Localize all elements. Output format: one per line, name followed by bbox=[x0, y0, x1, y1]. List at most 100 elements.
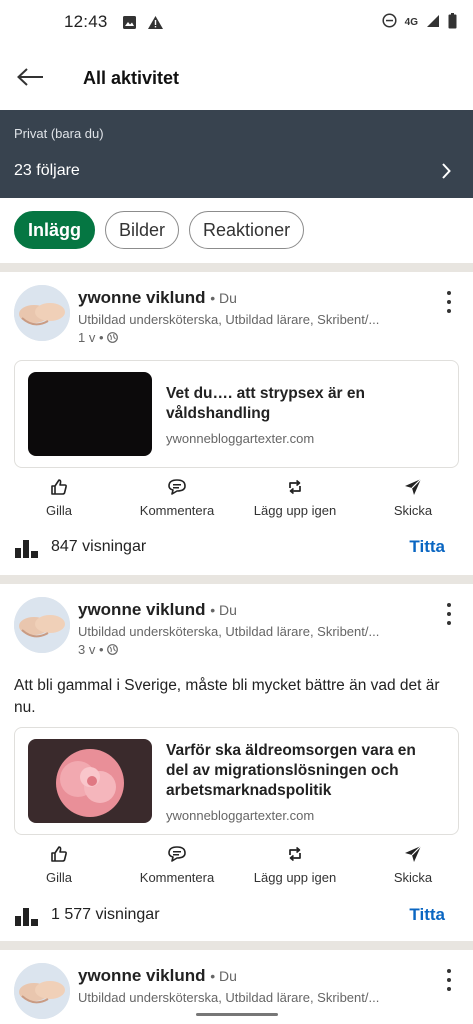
arrow-left-icon bbox=[17, 68, 43, 86]
view-count: 847 visningar bbox=[51, 538, 147, 555]
post-stats: 847 visningar Titta bbox=[0, 536, 473, 560]
repost-label: Lägg upp igen bbox=[253, 870, 337, 885]
post-stats: 1 577 visningar Titta bbox=[0, 904, 473, 928]
like-button[interactable]: Gilla bbox=[0, 477, 124, 518]
send-button[interactable]: Skicka bbox=[348, 477, 473, 518]
link-preview[interactable]: Varför ska äldreomsorgen vara en del av … bbox=[14, 727, 459, 835]
link-domain: ywonnebloggartexter.com bbox=[166, 431, 315, 446]
view-button[interactable]: Titta bbox=[409, 537, 445, 557]
filter-reactions[interactable]: Reaktioner bbox=[189, 211, 305, 249]
view-count: 1 577 visningar bbox=[51, 906, 160, 923]
analytics-icon bbox=[15, 540, 38, 558]
followers-banner[interactable]: Privat (bara du) 23 följare bbox=[0, 110, 473, 198]
author-name-text: ywonne viklund bbox=[78, 288, 206, 307]
thumbs-up-icon bbox=[50, 844, 68, 864]
post-body-text: Att bli gammal i Sverige, måste bli myck… bbox=[14, 677, 440, 716]
link-thumbnail bbox=[28, 372, 152, 456]
link-title: Vet du…. att strypsex är en våldshandlin… bbox=[166, 385, 365, 422]
post-card: ywonne viklund • Du Utbildad undersköter… bbox=[0, 272, 473, 575]
post-age-text: 3 v • bbox=[78, 642, 104, 657]
back-button[interactable] bbox=[16, 64, 48, 90]
dot-icon bbox=[447, 300, 451, 304]
warning-notification-icon bbox=[147, 15, 164, 30]
analytics-icon bbox=[15, 908, 38, 926]
author-headline: Utbildad undersköterska, Utbildad lärare… bbox=[78, 624, 380, 639]
author-headline: Utbildad undersköterska, Utbildad lärare… bbox=[78, 990, 380, 1005]
send-label: Skicka bbox=[393, 503, 433, 518]
signal-icon bbox=[426, 14, 440, 31]
repost-button[interactable]: Lägg upp igen bbox=[230, 477, 360, 518]
battery-icon bbox=[448, 12, 457, 32]
status-bar: 12:43 4G bbox=[0, 0, 473, 44]
filter-images[interactable]: Bilder bbox=[105, 211, 180, 249]
post-actions: Gilla Kommentera Lägg upp igen Skicka bbox=[0, 844, 473, 888]
send-label: Skicka bbox=[393, 870, 433, 885]
repost-icon bbox=[286, 844, 304, 864]
author-badge: • Du bbox=[210, 602, 237, 618]
more-options-button[interactable] bbox=[443, 291, 455, 313]
author-badge: • Du bbox=[210, 290, 237, 306]
dot-icon bbox=[447, 621, 451, 625]
more-options-button[interactable] bbox=[443, 969, 455, 991]
clock: 12:43 bbox=[64, 12, 108, 31]
followers-count: 23 följare bbox=[14, 162, 80, 179]
dot-icon bbox=[447, 987, 451, 991]
author-name-text: ywonne viklund bbox=[78, 600, 206, 619]
chevron-right-icon bbox=[441, 162, 451, 185]
repost-label: Lägg upp igen bbox=[253, 503, 337, 518]
view-button[interactable]: Titta bbox=[409, 905, 445, 925]
link-title: Varför ska äldreomsorgen vara en del av … bbox=[166, 742, 416, 799]
post-card: ywonne viklund • Du Utbildad undersköter… bbox=[0, 584, 473, 941]
author-name[interactable]: ywonne viklund • Du bbox=[78, 966, 237, 986]
link-preview[interactable]: Vet du…. att strypsex är en våldshandlin… bbox=[14, 360, 459, 468]
like-button[interactable]: Gilla bbox=[0, 844, 124, 885]
author-name-text: ywonne viklund bbox=[78, 966, 206, 985]
rose-thumbnail bbox=[28, 739, 152, 823]
send-button[interactable]: Skicka bbox=[348, 844, 473, 885]
privacy-label: Privat (bara du) bbox=[14, 126, 104, 141]
author-badge: • Du bbox=[210, 968, 237, 984]
dot-icon bbox=[447, 978, 451, 982]
dot-icon bbox=[447, 969, 451, 973]
repost-button[interactable]: Lägg upp igen bbox=[230, 844, 360, 885]
send-icon bbox=[404, 844, 422, 864]
like-label: Gilla bbox=[45, 503, 72, 518]
comment-button[interactable]: Kommentera bbox=[112, 844, 242, 885]
link-domain: ywonnebloggartexter.com bbox=[166, 808, 315, 823]
avatar[interactable] bbox=[14, 963, 70, 1019]
post-age: 3 v • bbox=[78, 642, 118, 657]
send-icon bbox=[404, 477, 422, 497]
author-name[interactable]: ywonne viklund • Du bbox=[78, 288, 237, 308]
repost-icon bbox=[286, 477, 304, 497]
comment-icon bbox=[167, 477, 187, 497]
avatar[interactable] bbox=[14, 597, 70, 653]
more-options-button[interactable] bbox=[443, 603, 455, 625]
dot-icon bbox=[447, 612, 451, 616]
dot-icon bbox=[447, 603, 451, 607]
network-type-label: 4G bbox=[404, 16, 418, 28]
avatar[interactable] bbox=[14, 285, 70, 341]
gesture-nav-handle[interactable] bbox=[196, 1013, 278, 1016]
section-divider bbox=[0, 263, 473, 272]
author-headline: Utbildad undersköterska, Utbildad lärare… bbox=[78, 312, 380, 327]
comment-button[interactable]: Kommentera bbox=[112, 477, 242, 518]
post-age: 1 v • bbox=[78, 330, 118, 345]
globe-icon bbox=[106, 644, 118, 655]
filter-tabs: Inlägg Bilder Reaktioner bbox=[14, 211, 305, 249]
dot-icon bbox=[447, 309, 451, 313]
comment-label: Kommentera bbox=[139, 503, 215, 518]
like-label: Gilla bbox=[45, 870, 72, 885]
comment-label: Kommentera bbox=[139, 870, 215, 885]
post-age-text: 1 v • bbox=[78, 330, 104, 345]
globe-icon bbox=[106, 332, 118, 343]
comment-icon bbox=[167, 844, 187, 864]
post-actions: Gilla Kommentera Lägg upp igen Skicka bbox=[0, 477, 473, 521]
app-header: All aktivitet bbox=[0, 44, 473, 110]
filter-posts[interactable]: Inlägg bbox=[14, 211, 95, 249]
author-name[interactable]: ywonne viklund • Du bbox=[78, 600, 237, 620]
section-divider bbox=[0, 941, 473, 950]
image-notification-icon bbox=[122, 15, 137, 30]
section-divider bbox=[0, 575, 473, 584]
page-title: All aktivitet bbox=[83, 68, 180, 88]
do-not-disturb-icon bbox=[382, 13, 397, 31]
